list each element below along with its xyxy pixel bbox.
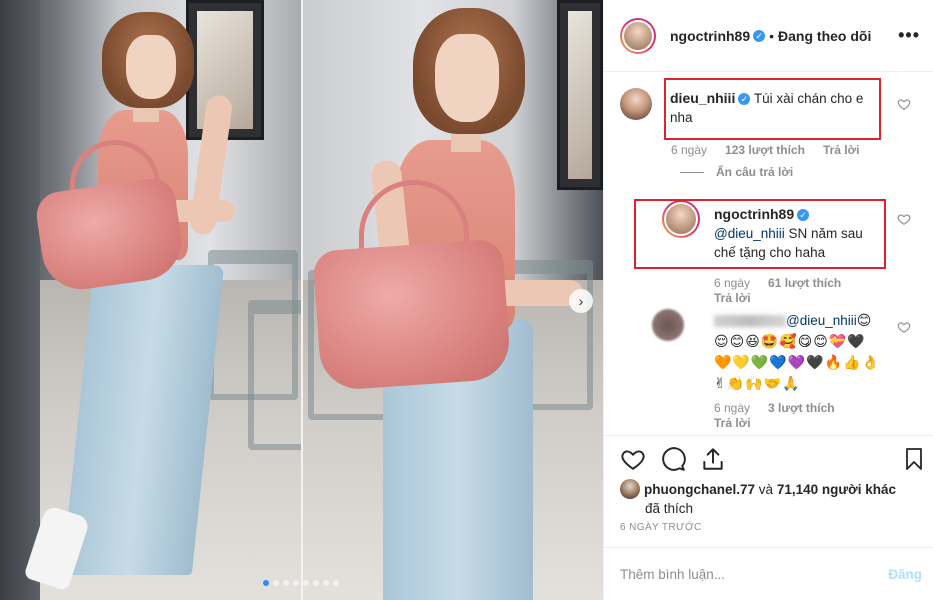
carousel-dot bbox=[273, 580, 279, 586]
liker-username[interactable]: phuongchanel.77 bbox=[644, 482, 755, 497]
more-horizontal-icon[interactable]: ••• bbox=[898, 26, 920, 44]
blurred-username bbox=[714, 315, 786, 328]
likes-suffix: đã thích bbox=[645, 501, 694, 516]
reply-button[interactable]: Trả lời bbox=[714, 416, 751, 430]
post-header: ngoctrinh89 ✓ • Đang theo dõi ••• bbox=[604, 0, 933, 72]
like-comment-heart-icon[interactable] bbox=[897, 97, 911, 111]
post-side-panel: ngoctrinh89 ✓ • Đang theo dõi ••• dieu_n… bbox=[603, 0, 933, 600]
follow-status-button[interactable]: Đang theo dõi bbox=[778, 28, 871, 44]
emoji-text: ✌👏🙌🤝🙏 bbox=[714, 376, 801, 392]
carousel-dot bbox=[303, 580, 309, 586]
reply-button[interactable]: Trả lời bbox=[823, 143, 860, 157]
post-comment-button[interactable]: Đăng bbox=[888, 567, 922, 582]
reply-actions: Trả lời bbox=[714, 291, 751, 305]
comment-item bbox=[620, 88, 652, 120]
comment-time[interactable]: 6 ngày bbox=[671, 143, 707, 157]
header-separator: • bbox=[769, 27, 775, 44]
emoji-text: 😊 bbox=[856, 313, 873, 329]
highlight-box bbox=[664, 78, 881, 140]
carousel-dot bbox=[323, 580, 329, 586]
mention-link[interactable]: @dieu_nhiii bbox=[786, 313, 857, 328]
carousel-dot bbox=[263, 580, 269, 586]
hide-replies-button[interactable]: Ẩn câu trả lời bbox=[680, 165, 793, 179]
author-username[interactable]: ngoctrinh89 bbox=[670, 28, 750, 44]
carousel-next-button[interactable]: › bbox=[569, 289, 593, 313]
likes-count-link[interactable]: 71,140 người khác bbox=[777, 482, 896, 497]
like-comment-heart-icon[interactable] bbox=[897, 320, 911, 334]
likes-summary: phuongchanel.77 và 71,140 người khác đã … bbox=[620, 479, 920, 518]
highlight-box bbox=[634, 199, 886, 269]
carousel-dot bbox=[313, 580, 319, 586]
commenter-avatar[interactable] bbox=[620, 88, 652, 120]
comment-bubble-icon[interactable] bbox=[660, 446, 686, 472]
bookmark-save-icon[interactable] bbox=[902, 446, 926, 472]
emoji-text: 🧡💛💚💙💜🖤🔥👍👌 bbox=[714, 355, 880, 371]
post-timestamp[interactable]: 6 NGÀY TRƯỚC bbox=[620, 522, 702, 533]
reply-button[interactable]: Trả lời bbox=[714, 291, 751, 305]
reply-meta: 6 ngày 3 lượt thích bbox=[714, 401, 835, 415]
reply-item bbox=[652, 309, 684, 341]
carousel-indicator bbox=[263, 580, 339, 586]
photo-panel-right bbox=[303, 0, 603, 600]
verified-badge-icon: ✓ bbox=[753, 29, 766, 42]
reply-meta: 6 ngày 61 lượt thích bbox=[714, 276, 841, 290]
photo-panel-left bbox=[0, 0, 301, 600]
share-upload-icon[interactable] bbox=[700, 446, 726, 472]
carousel-dot bbox=[293, 580, 299, 586]
comment-likes[interactable]: 123 lượt thích bbox=[725, 143, 805, 157]
emoji-text: 😌😊😆🤩🥰😋😊💝🖤 bbox=[714, 334, 866, 350]
reply-time[interactable]: 6 ngày bbox=[714, 276, 750, 290]
like-comment-heart-icon[interactable] bbox=[897, 212, 911, 226]
likes-connector: và bbox=[758, 482, 774, 497]
post-photo-carousel[interactable]: › bbox=[0, 0, 603, 600]
reply-time[interactable]: 6 ngày bbox=[714, 401, 750, 415]
reply-likes[interactable]: 3 lượt thích bbox=[768, 401, 835, 415]
add-comment-bar: Thêm bình luận... Đăng bbox=[604, 547, 933, 600]
blurred-avatar[interactable] bbox=[652, 309, 684, 341]
post-action-bar bbox=[604, 435, 933, 485]
comment-input[interactable]: Thêm bình luận... bbox=[620, 567, 725, 582]
comment-meta: 6 ngày 123 lượt thích Trả lời bbox=[671, 143, 859, 157]
author-avatar[interactable] bbox=[620, 17, 656, 54]
carousel-dot bbox=[333, 580, 339, 586]
liker-avatar[interactable] bbox=[620, 479, 640, 499]
like-heart-icon[interactable] bbox=[620, 446, 646, 472]
carousel-dot bbox=[283, 580, 289, 586]
reply-body: @dieu_nhiii😊 😌😊😆🤩🥰😋😊💝🖤 🧡💛💚💙💜🖤🔥👍👌 ✌👏🙌🤝🙏 bbox=[714, 311, 894, 395]
reply-likes[interactable]: 61 lượt thích bbox=[768, 276, 841, 290]
reply-actions: Trả lời bbox=[714, 416, 751, 430]
